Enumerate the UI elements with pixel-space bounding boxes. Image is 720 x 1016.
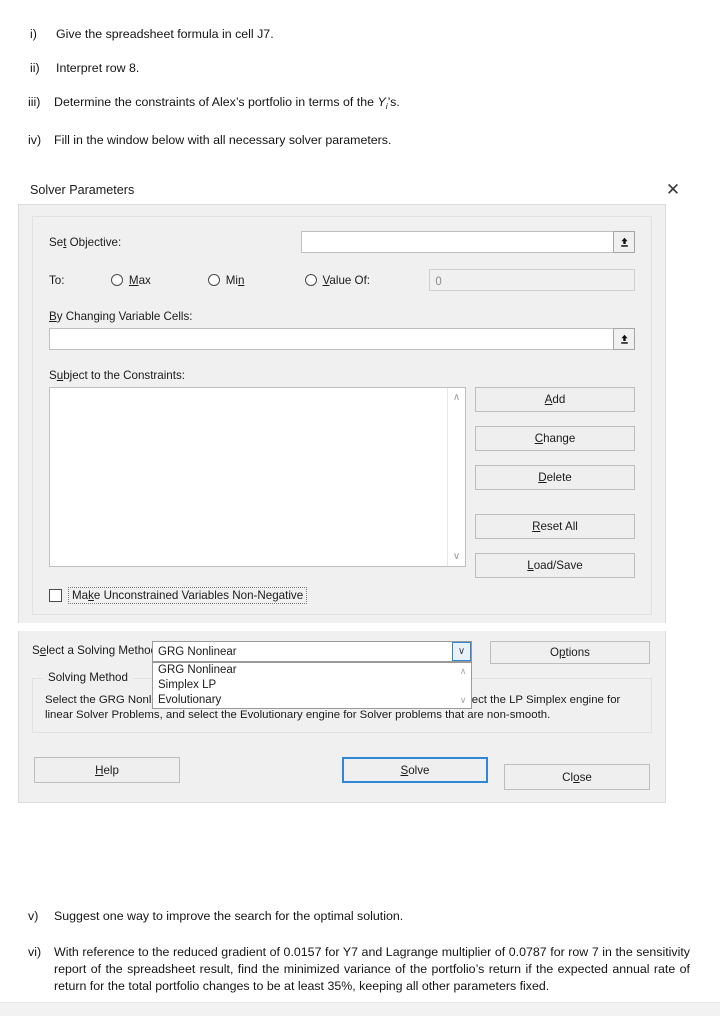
scroll-down-icon[interactable]: ∨	[448, 548, 465, 565]
value-of-input[interactable]	[429, 269, 635, 291]
question-item-iv: iv) Fill in the window below with all ne…	[0, 132, 720, 149]
question-number: iii)	[28, 95, 41, 109]
scroll-up-icon[interactable]: ∧	[448, 389, 465, 406]
constraints-area: ∧ ∨ Add Change Delete Reset All Load/Sav…	[49, 387, 635, 578]
change-button[interactable]: Change	[475, 426, 635, 451]
set-objective-input[interactable]	[301, 231, 614, 253]
question-text-before: Determine the constraints of Alex’s port…	[54, 95, 378, 109]
checkbox-icon[interactable]	[49, 589, 62, 602]
question-text: Fill in the window below with all necess…	[54, 133, 392, 147]
radio-max[interactable]: Max	[110, 273, 208, 287]
page-bottom-strip	[0, 1002, 720, 1016]
parameters-group-box: Set Objective: To: Max Min Value Of: 0 B…	[32, 216, 652, 615]
constraints-label: Subject to the Constraints:	[49, 369, 185, 382]
question-number: vi)	[28, 945, 42, 959]
question-number: ii)	[30, 61, 40, 75]
set-objective-label: Set Objective:	[49, 235, 122, 249]
radio-value-of[interactable]: Value Of:	[304, 273, 430, 287]
combobox-selected-value: GRG Nonlinear	[158, 645, 237, 658]
variable-symbol: Y	[377, 95, 386, 109]
solver-parameters-dialog: Solver Parameters ✕ Set Objective: To: M…	[0, 176, 720, 803]
unconstrained-checkbox-row[interactable]: Make Unconstrained Variables Non-Negativ…	[49, 587, 635, 604]
dialog-lower-panel: Select a Solving Method: GRG Nonlinear ∨…	[18, 631, 666, 803]
solving-method-combobox[interactable]: GRG Nonlinear ∨ GRG Nonlinear Simplex LP…	[152, 641, 472, 709]
radio-min-label: Min	[225, 273, 245, 287]
radio-min[interactable]: Min	[207, 273, 305, 287]
dialog-footer-buttons: Help Solve Cl o se	[32, 750, 652, 790]
dialog-upper-panel: Set Objective: To: Max Min Value Of: 0 B…	[18, 204, 666, 623]
screenshot-splice-seam	[0, 623, 720, 631]
solving-method-group-legend: Solving Method	[43, 671, 133, 684]
question-item-v: v) Suggest one way to improve the search…	[0, 908, 720, 925]
question-text: Give the spreadsheet formula in cell J7.	[56, 27, 274, 41]
to-label: To:	[49, 273, 65, 287]
changing-cells-label: By Changing Variable Cells:	[49, 310, 193, 323]
constraints-scrollbar[interactable]: ∧ ∨	[447, 388, 465, 566]
options-button[interactable]: Op tions	[490, 641, 650, 664]
set-objective-row: Set Objective:	[49, 231, 635, 253]
radio-circle-icon	[110, 274, 123, 286]
question-item-i: i) Give the spreadsheet formula in cell …	[0, 26, 720, 43]
radio-circle-icon	[207, 274, 220, 286]
solving-method-row: Select a Solving Method: GRG Nonlinear ∨…	[32, 641, 652, 709]
question-item-vi: vi) With reference to the reduced gradie…	[0, 944, 720, 995]
dialog-title: Solver Parameters	[30, 183, 135, 197]
radio-circle-icon	[304, 274, 317, 286]
load-save-button[interactable]: Load/Save	[475, 553, 635, 578]
add-button[interactable]: Add	[475, 387, 635, 412]
top-question-list: i) Give the spreadsheet formula in cell …	[0, 26, 720, 149]
combobox-option-evolutionary[interactable]: Evolutionary	[153, 693, 471, 708]
question-item-iii: iii) Determine the constraints of Alex’s…	[0, 94, 720, 115]
range-picker-icon[interactable]	[613, 231, 635, 253]
scroll-up-icon[interactable]: ∧	[455, 663, 471, 679]
objective-target-row: To: Max Min Value Of:	[49, 269, 635, 291]
question-number: v)	[28, 909, 39, 923]
question-text: Determine the constraints of Alex’s port…	[54, 94, 720, 115]
constraints-listbox[interactable]: ∧ ∨	[49, 387, 466, 567]
changing-cells-row	[49, 328, 635, 350]
constraint-buttons-column: Add Change Delete Reset All Load/Save	[475, 387, 635, 578]
unconstrained-checkbox-label: Make Unconstrained Variables Non-Negativ…	[68, 587, 308, 604]
close-button[interactable]: Cl o se	[504, 764, 650, 790]
dialog-title-bar: Solver Parameters ✕	[0, 176, 720, 204]
combobox-dropdown-list[interactable]: GRG Nonlinear Simplex LP Evolutionary ∧ …	[152, 662, 472, 709]
range-picker-icon[interactable]	[613, 328, 635, 350]
changing-cells-block: By Changing Variable Cells:	[49, 310, 635, 350]
solve-button[interactable]: Solve	[342, 757, 488, 783]
close-icon[interactable]: ✕	[662, 179, 684, 201]
changing-cells-input[interactable]	[49, 328, 614, 350]
dropdown-scrollbar[interactable]: ∧ ∨	[455, 663, 471, 708]
radio-value-of-label: Value Of:	[322, 273, 371, 287]
combobox-option-simplex-lp[interactable]: Simplex LP	[153, 678, 471, 693]
question-text: With reference to the reduced gradient o…	[54, 945, 690, 993]
question-text-after: ’s.	[387, 95, 400, 109]
bottom-question-list: v) Suggest one way to improve the search…	[0, 908, 720, 995]
constraints-block: Subject to the Constraints: ∧ ∨ Add Chan…	[49, 369, 635, 578]
help-button[interactable]: Help	[34, 757, 180, 783]
combobox-option-grg-nonlinear[interactable]: GRG Nonlinear	[153, 663, 471, 678]
radio-max-label: Max	[128, 273, 151, 287]
scroll-down-icon[interactable]: ∨	[455, 692, 471, 708]
combobox-closed-display[interactable]: GRG Nonlinear ∨	[152, 641, 472, 662]
solving-method-label: Select a Solving Method:	[32, 644, 161, 657]
chevron-down-icon[interactable]: ∨	[452, 642, 471, 661]
delete-button[interactable]: Delete	[475, 465, 635, 490]
question-item-ii: ii) Interpret row 8.	[0, 60, 720, 77]
question-number: iv)	[28, 133, 42, 147]
question-text: Suggest one way to improve the search fo…	[54, 909, 404, 923]
question-text: Interpret row 8.	[56, 61, 140, 75]
question-number: i)	[30, 27, 37, 41]
reset-all-button[interactable]: Reset All	[475, 514, 635, 539]
